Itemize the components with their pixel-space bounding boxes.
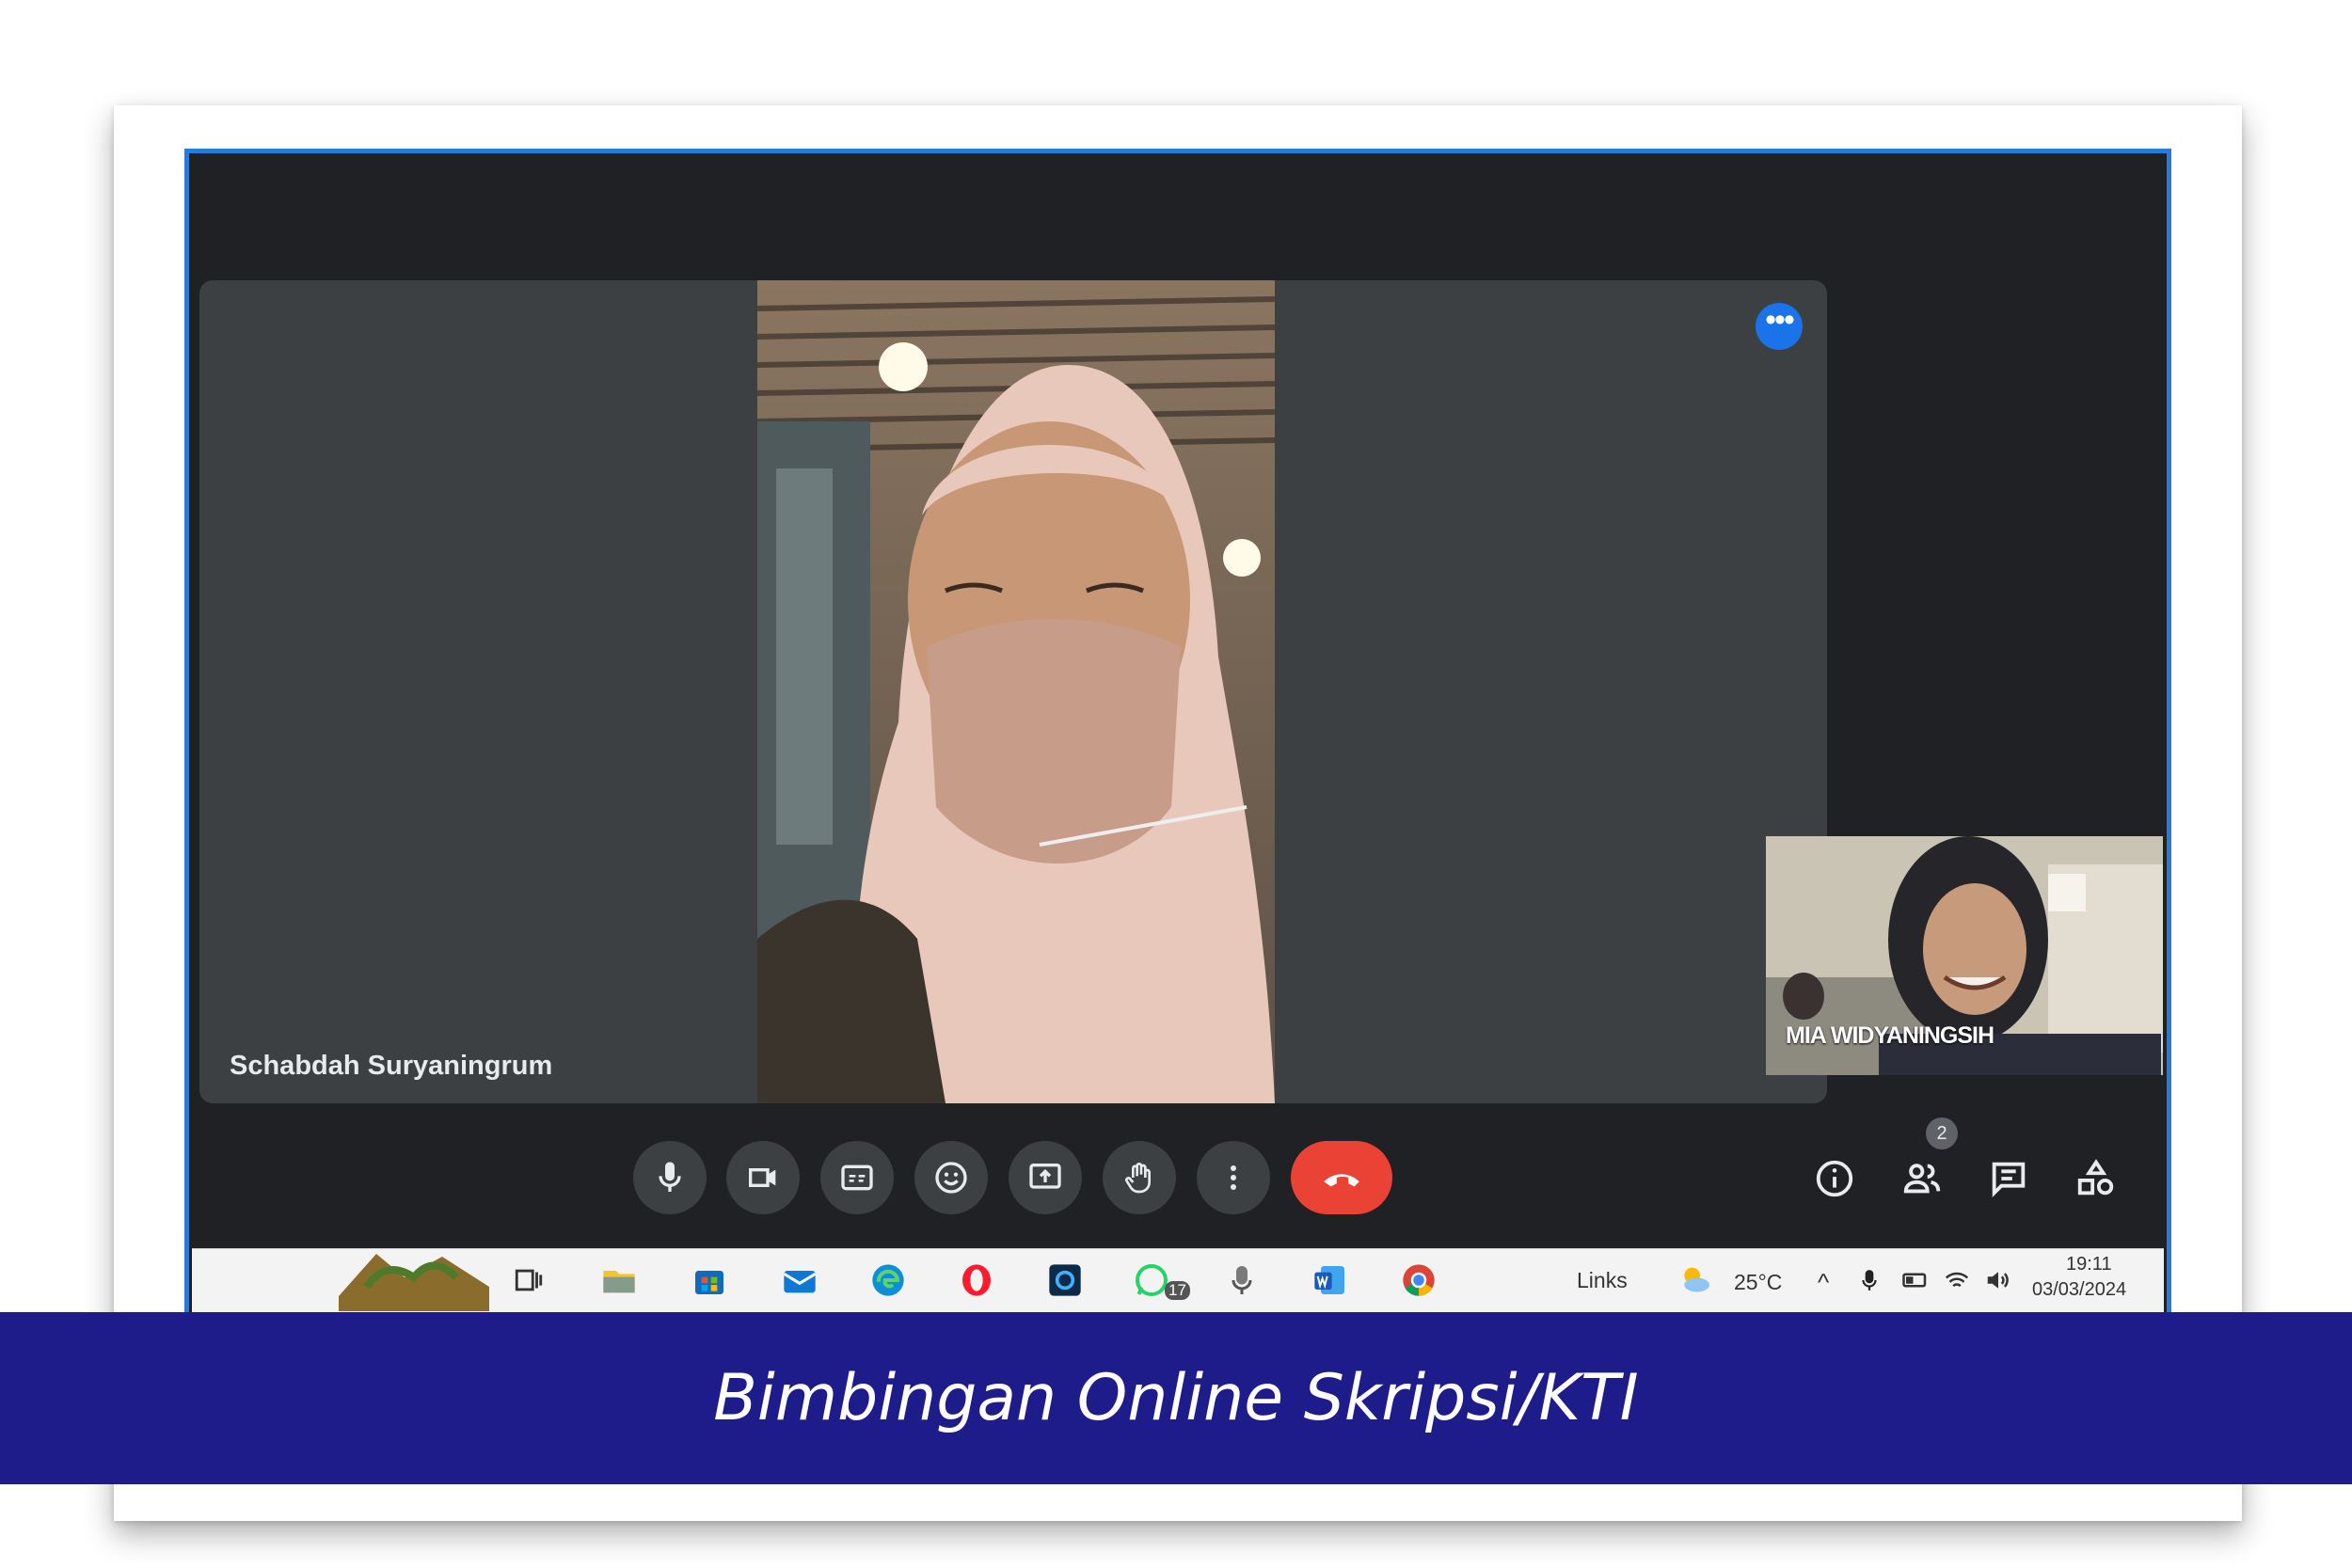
word-icon[interactable] [1308,1258,1353,1303]
camera-icon [749,1168,776,1187]
emoji-icon [935,1162,967,1194]
chat-icon [1992,1162,2026,1197]
volume-icon[interactable] [1981,1258,2015,1303]
task-view-icon[interactable] [506,1258,551,1303]
search-app-icon[interactable] [1042,1258,1088,1303]
self-participant-name: MIA WIDYANINGSIH [1786,1022,1994,1049]
tray-chevron-up-icon[interactable]: ^ [1818,1268,1829,1297]
wifi-icon[interactable] [1940,1258,1974,1303]
present-icon [1029,1164,1061,1189]
mail-icon[interactable] [777,1258,822,1303]
raise-hand-button[interactable] [1103,1141,1176,1214]
present-button[interactable] [1009,1141,1082,1214]
more-vert-icon [1231,1165,1236,1190]
captions-button[interactable] [820,1141,894,1214]
mic-icon [659,1162,681,1192]
battery-icon[interactable] [1899,1258,1932,1303]
activities-button[interactable] [2070,1152,2122,1205]
chrome-icon[interactable] [1396,1258,1441,1303]
main-participant-name: Schabdah Suryaningrum [230,1051,553,1081]
whatsapp-badge: 17 [1165,1281,1190,1300]
weather-temperature: 25°C [1734,1270,1783,1294]
people-icon [1903,1164,1941,1194]
camera-button[interactable] [726,1141,800,1214]
opera-browser-icon[interactable] [954,1258,999,1303]
meeting-info-button[interactable] [1808,1152,1861,1205]
caption-text: Bimbingan Online Skripsi/KTI [713,1361,1639,1435]
people-button[interactable] [1896,1152,1948,1205]
voice-recorder-icon[interactable] [1219,1258,1264,1303]
microsoft-store-icon[interactable] [687,1258,732,1303]
info-icon [1816,1160,1853,1197]
edge-browser-icon[interactable] [866,1258,911,1303]
clock-time[interactable]: 19:11 [2066,1254,2112,1275]
weather-icon[interactable] [1673,1258,1718,1303]
tile-options-button[interactable]: ••• [1756,303,1803,350]
more-options-button[interactable] [1197,1141,1270,1214]
microphone-button[interactable] [633,1141,707,1214]
leave-call-button[interactable] [1291,1141,1392,1214]
shapes-icon [2077,1159,2114,1196]
end-call-icon [1324,1174,1359,1187]
tray-mic-icon[interactable] [1853,1258,1885,1303]
clock-date[interactable]: 03/03/2024 [2032,1279,2126,1301]
chat-button[interactable] [1982,1152,2035,1205]
reactions-button[interactable] [914,1141,988,1214]
captions-icon [841,1164,873,1191]
links-toolbar-label[interactable]: Links [1577,1268,1628,1293]
main-participant-video [757,280,1275,1103]
participant-count-badge: 2 [1926,1117,1958,1149]
taskbar-decoration-image [339,1249,489,1311]
file-explorer-icon[interactable] [596,1258,642,1303]
hand-icon [1125,1163,1151,1194]
